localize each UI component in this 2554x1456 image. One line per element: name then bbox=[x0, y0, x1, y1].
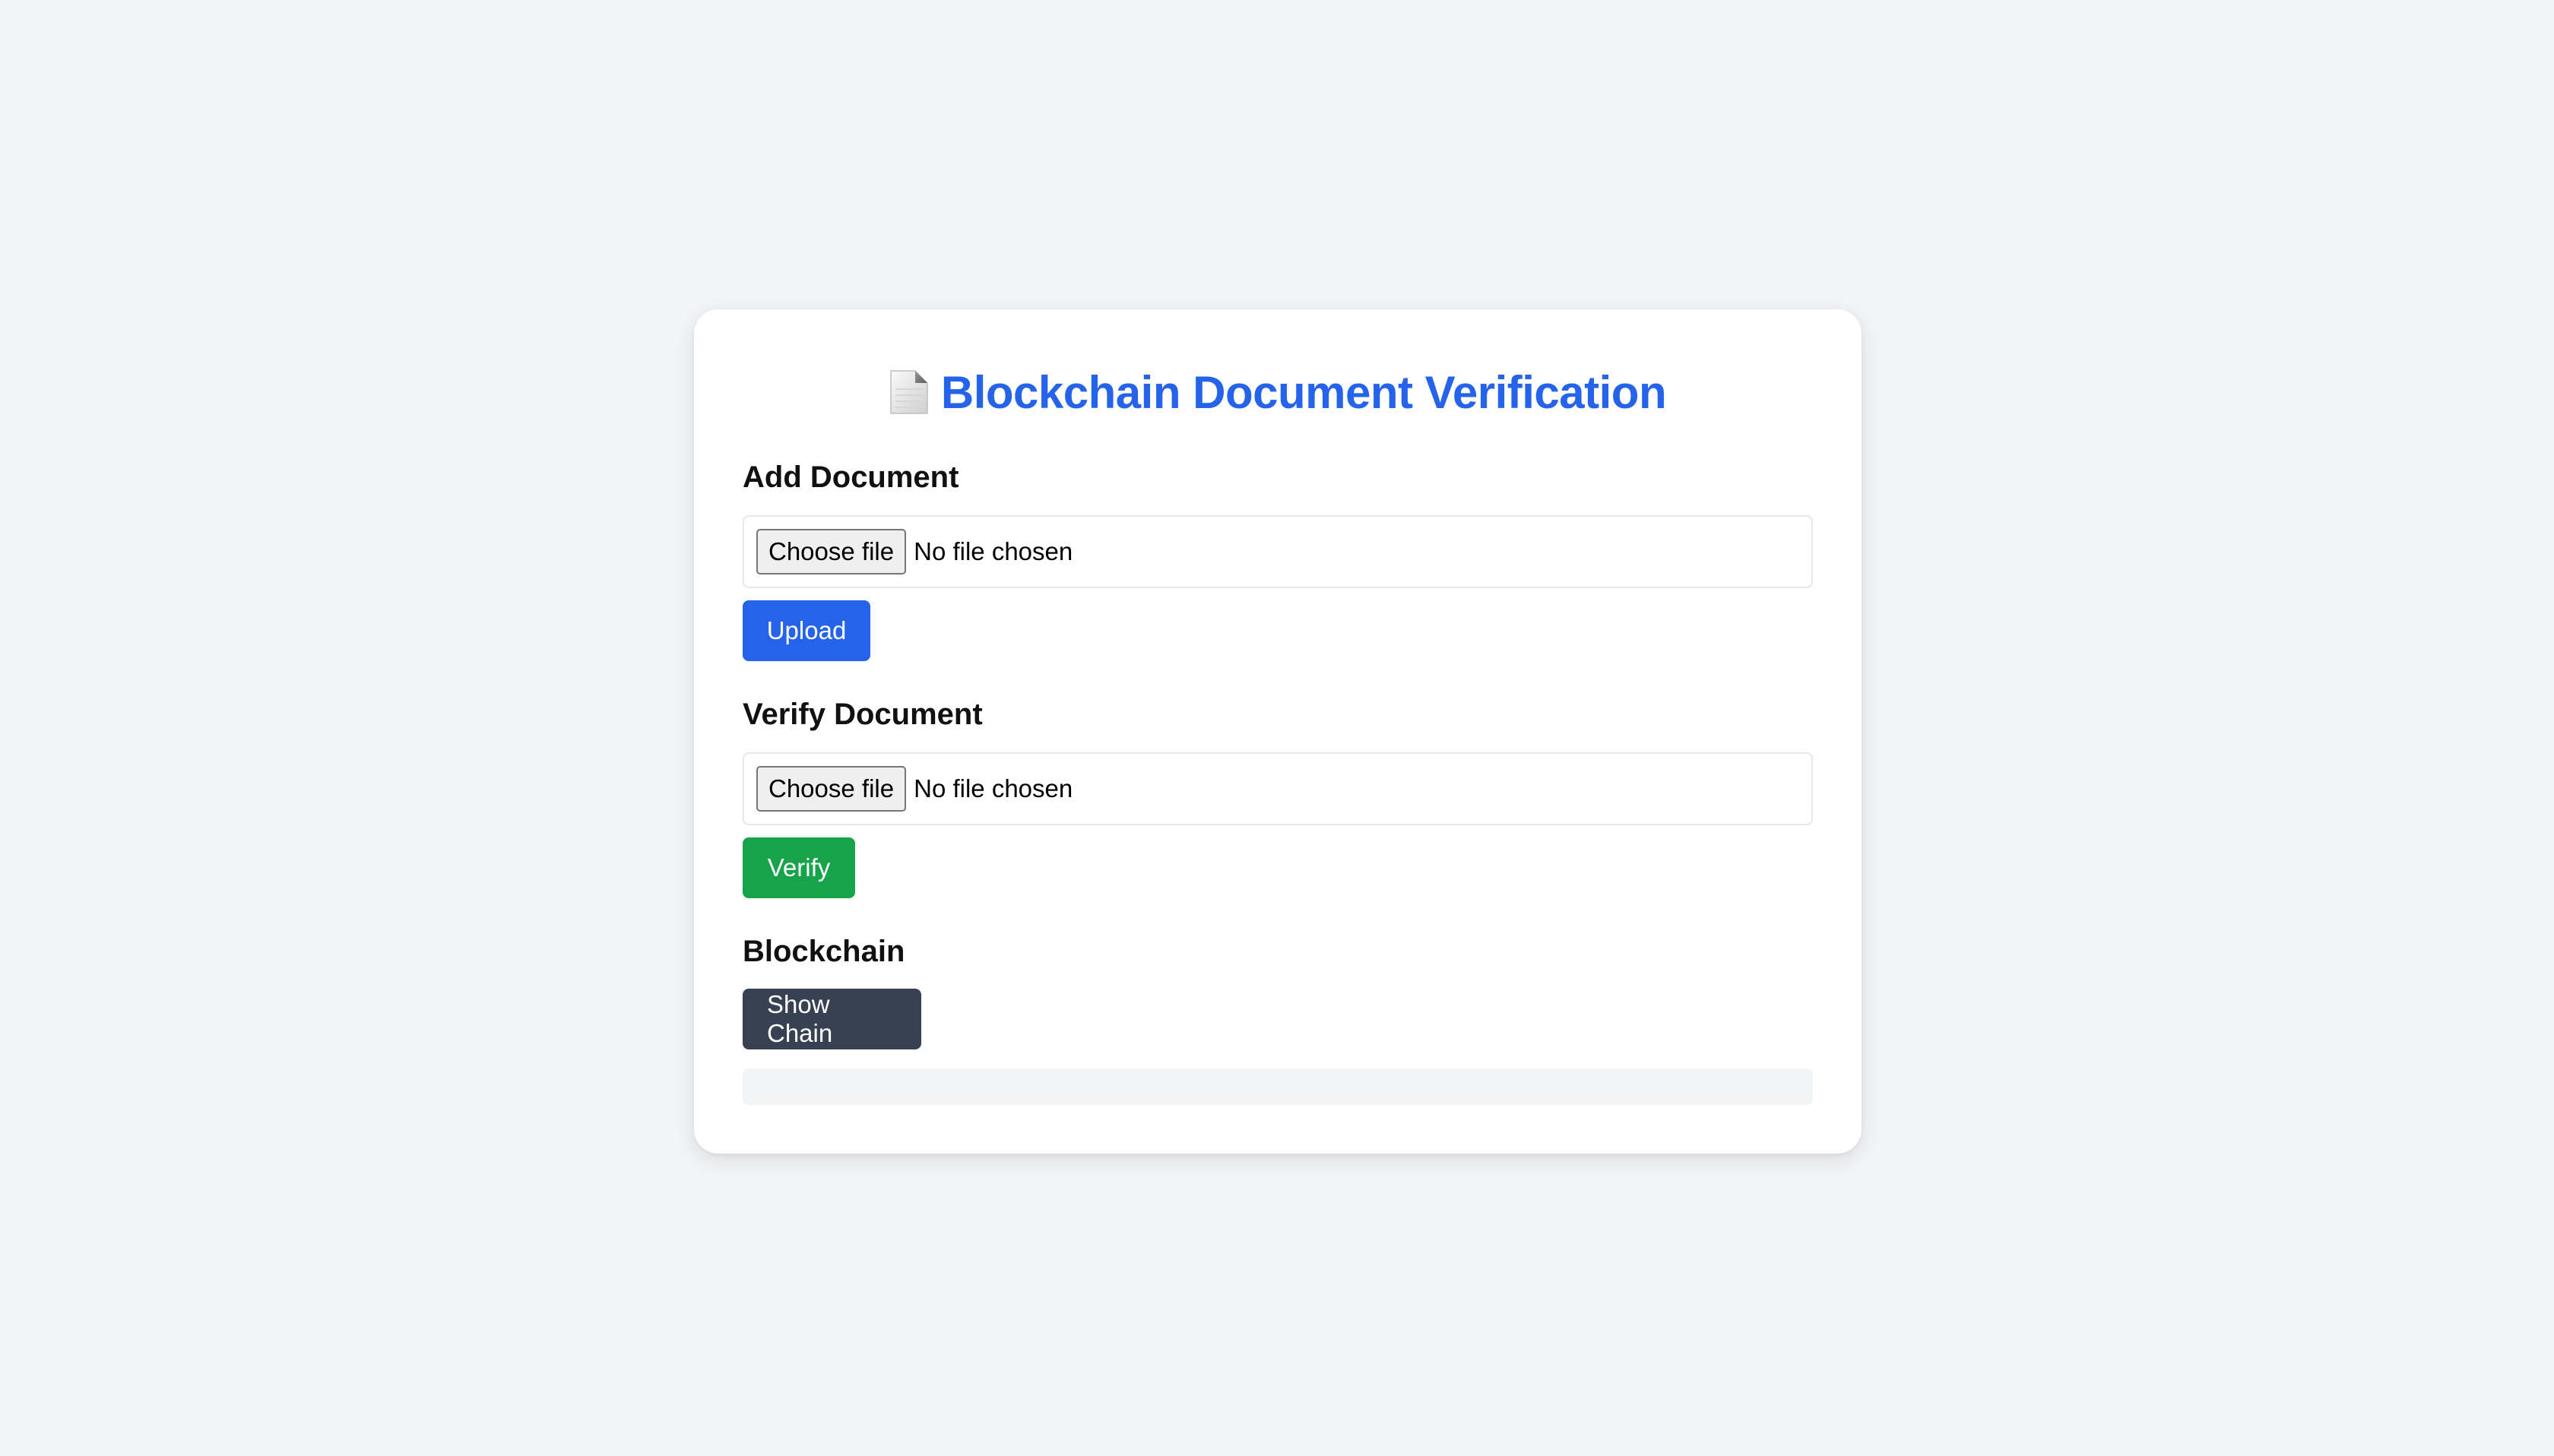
page-header: Blockchain Document Verification bbox=[694, 358, 1862, 426]
add-document-file-input[interactable]: Choose file No file chosen bbox=[743, 515, 1813, 588]
show-chain-button[interactable]: Show Chain bbox=[743, 989, 921, 1049]
chain-output bbox=[743, 1068, 1813, 1105]
add-choose-file-button[interactable]: Choose file bbox=[756, 529, 907, 574]
upload-button[interactable]: Upload bbox=[743, 600, 870, 661]
blockchain-heading: Blockchain bbox=[743, 935, 905, 968]
document-icon bbox=[889, 369, 929, 415]
verify-choose-file-button[interactable]: Choose file bbox=[756, 766, 907, 812]
add-document-heading: Add Document bbox=[743, 461, 959, 494]
add-file-status: No file chosen bbox=[914, 537, 1073, 565]
verify-button[interactable]: Verify bbox=[743, 837, 855, 898]
verification-card: Blockchain Document Verification Add Doc… bbox=[694, 309, 1862, 1154]
page-title: Blockchain Document Verification bbox=[940, 366, 1667, 418]
verify-file-status: No file chosen bbox=[914, 774, 1073, 802]
verify-document-file-input[interactable]: Choose file No file chosen bbox=[743, 752, 1813, 825]
verify-document-heading: Verify Document bbox=[743, 698, 983, 731]
